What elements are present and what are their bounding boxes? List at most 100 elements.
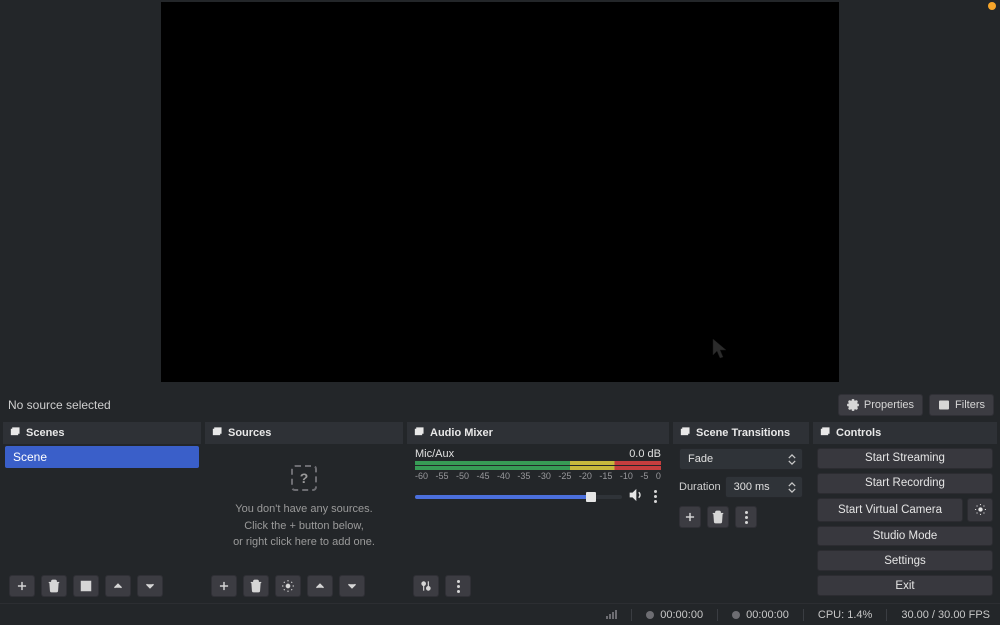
status-bar: 00:00:00 00:00:00 CPU: 1.4% 30.00 / 30.0…	[0, 603, 1000, 625]
tick-label: -50	[456, 471, 469, 481]
tick-label: 0	[656, 471, 661, 481]
tick-label: -10	[620, 471, 633, 481]
properties-button[interactable]: Properties	[838, 394, 923, 416]
tick-label: -15	[599, 471, 612, 481]
dock-popout-icon	[819, 426, 830, 440]
audio-mixer-header[interactable]: Audio Mixer	[407, 422, 669, 444]
transitions-header[interactable]: Scene Transitions	[673, 422, 809, 444]
move-source-down-button[interactable]	[339, 575, 365, 597]
controls-header[interactable]: Controls	[813, 422, 997, 444]
audio-mixer-footer	[407, 572, 669, 600]
remove-scene-button[interactable]	[41, 575, 67, 597]
audio-track-menu-button[interactable]	[650, 487, 661, 506]
record-timer: 00:00:00	[732, 609, 789, 621]
advanced-audio-button[interactable]	[413, 575, 439, 597]
sources-empty-line1: You don't have any sources.	[235, 501, 372, 518]
sources-empty-state: ? You don't have any sources. Click the …	[205, 444, 403, 572]
window-minimize-indicator-icon	[988, 2, 996, 10]
tick-label: -60	[415, 471, 428, 481]
settings-button[interactable]: Settings	[817, 550, 993, 571]
transitions-body: Fade Duration 300 ms	[673, 444, 809, 600]
docks-container: Scenes Scene Sources ? You don't have an…	[0, 420, 1000, 603]
controls-title: Controls	[836, 427, 881, 439]
audio-mixer-dock: Audio Mixer Mic/Aux 0.0 dB -60-55-50-45-…	[407, 422, 669, 600]
exit-button[interactable]: Exit	[817, 575, 993, 596]
add-transition-button[interactable]	[679, 506, 701, 528]
add-scene-button[interactable]	[9, 575, 35, 597]
source-properties-button[interactable]	[275, 575, 301, 597]
remove-transition-button[interactable]	[707, 506, 729, 528]
scenes-title: Scenes	[26, 427, 65, 439]
cpu-usage: CPU: 1.4%	[818, 609, 872, 621]
audio-track-name: Mic/Aux	[415, 448, 454, 460]
network-icon	[606, 610, 617, 619]
audio-db-reading: 0.0 dB	[629, 448, 661, 460]
gear-icon	[847, 399, 859, 411]
dock-popout-icon	[413, 426, 424, 440]
filters-button[interactable]: Filters	[929, 394, 994, 416]
controls-dock: Controls Start Streaming Start Recording…	[813, 422, 997, 600]
transition-properties-button[interactable]	[735, 506, 757, 528]
tick-label: -5	[640, 471, 648, 481]
sources-footer	[205, 572, 403, 600]
source-status-text: No source selected	[8, 398, 111, 412]
remove-source-button[interactable]	[243, 575, 269, 597]
add-source-button[interactable]	[211, 575, 237, 597]
chevron-spinner-icon	[786, 449, 798, 469]
audio-mixer-menu-button[interactable]	[445, 575, 471, 597]
fps-counter: 30.00 / 30.00 FPS	[901, 609, 990, 621]
tick-label: -55	[435, 471, 448, 481]
start-virtual-camera-button[interactable]: Start Virtual Camera	[817, 498, 963, 522]
studio-mode-button[interactable]: Studio Mode	[817, 526, 993, 547]
start-recording-button[interactable]: Start Recording	[817, 473, 993, 494]
tick-label: -25	[558, 471, 571, 481]
tick-label: -40	[497, 471, 510, 481]
filters-label: Filters	[955, 399, 985, 411]
dock-popout-icon	[211, 426, 222, 440]
scenes-list[interactable]: Scene	[3, 444, 201, 572]
duration-input[interactable]: 300 ms	[725, 476, 803, 498]
sources-list[interactable]: ? You don't have any sources. Click the …	[205, 444, 403, 572]
scene-filter-button[interactable]	[73, 575, 99, 597]
dock-popout-icon	[679, 426, 690, 440]
filters-icon	[938, 399, 950, 411]
scenes-header[interactable]: Scenes	[3, 422, 201, 444]
preview-area	[0, 0, 1000, 390]
stream-status-icon	[646, 611, 654, 619]
scene-item[interactable]: Scene	[5, 446, 199, 468]
start-streaming-button[interactable]: Start Streaming	[817, 448, 993, 469]
move-source-up-button[interactable]	[307, 575, 333, 597]
record-status-icon	[732, 611, 740, 619]
move-scene-down-button[interactable]	[137, 575, 163, 597]
controls-body: Start Streaming Start Recording Start Vi…	[813, 444, 997, 600]
dock-popout-icon	[9, 426, 20, 440]
sources-title: Sources	[228, 427, 271, 439]
transitions-dock: Scene Transitions Fade Duration 300 ms	[673, 422, 809, 600]
sources-header[interactable]: Sources	[205, 422, 403, 444]
tick-label: -45	[476, 471, 489, 481]
scenes-footer	[3, 572, 201, 600]
transition-selected: Fade	[688, 453, 713, 465]
duration-label: Duration	[679, 481, 721, 493]
audio-mixer-body: Mic/Aux 0.0 dB -60-55-50-45-40-35-30-25-…	[407, 444, 669, 572]
tick-label: -20	[579, 471, 592, 481]
volume-slider[interactable]	[415, 495, 622, 499]
mute-button[interactable]	[628, 487, 644, 506]
source-toolbar: No source selected Properties Filters	[0, 390, 1000, 420]
virtual-camera-settings-button[interactable]	[967, 498, 993, 522]
audio-meter-ticks: -60-55-50-45-40-35-30-25-20-15-10-50	[415, 471, 661, 481]
sources-empty-line2: Click the + button below,	[244, 518, 364, 535]
stepper-icon[interactable]	[786, 477, 798, 497]
stream-timer: 00:00:00	[646, 609, 703, 621]
transition-select[interactable]: Fade	[679, 448, 803, 470]
duration-value: 300 ms	[734, 481, 770, 493]
preview-canvas[interactable]	[161, 2, 839, 382]
sources-empty-line3: or right click here to add one.	[233, 534, 375, 551]
properties-label: Properties	[864, 399, 914, 411]
sources-dock: Sources ? You don't have any sources. Cl…	[205, 422, 403, 600]
move-scene-up-button[interactable]	[105, 575, 131, 597]
help-icon: ?	[291, 465, 317, 491]
tick-label: -35	[517, 471, 530, 481]
tick-label: -30	[538, 471, 551, 481]
scenes-dock: Scenes Scene	[3, 422, 201, 600]
